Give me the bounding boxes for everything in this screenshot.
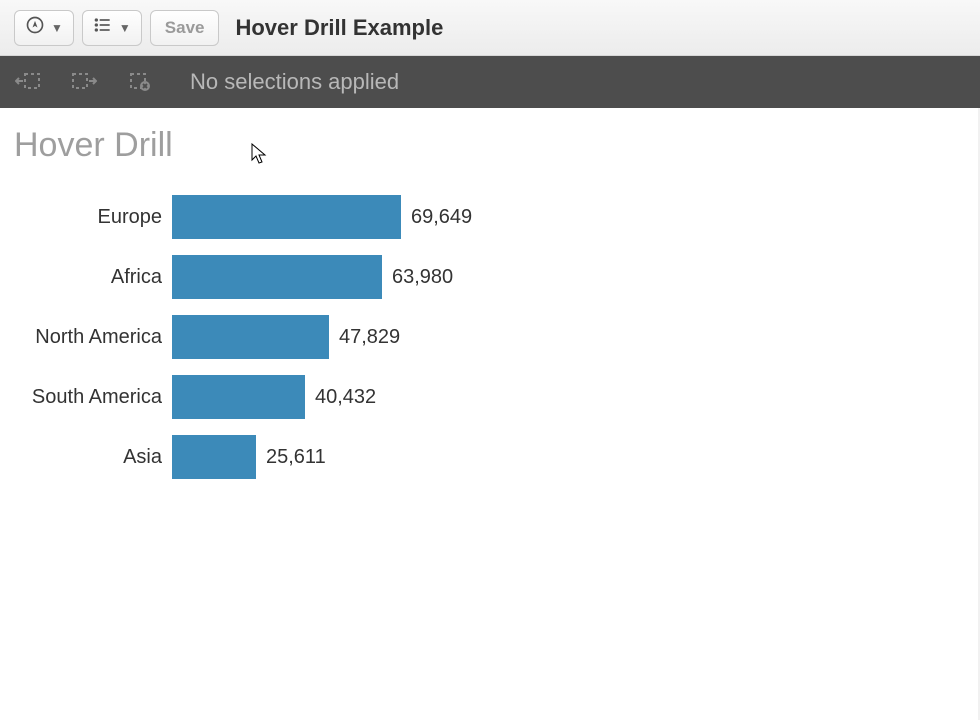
chart-row-label: Africa [14, 266, 172, 289]
chart-bar-value: 69,649 [411, 206, 472, 229]
chart-bar-wrap: 63,980 [172, 255, 453, 299]
chart-bar[interactable] [172, 375, 305, 419]
chart-bar-wrap: 40,432 [172, 375, 376, 419]
chart-bar-wrap: 25,611 [172, 435, 326, 479]
chart-bar-value: 40,432 [315, 386, 376, 409]
selection-back-icon[interactable] [14, 68, 42, 96]
chart-bar-value: 63,980 [392, 266, 453, 289]
chart-row-label: Europe [14, 206, 172, 229]
selection-forward-icon[interactable] [70, 68, 98, 96]
save-button-label: Save [165, 18, 205, 38]
list-button[interactable]: ▼ [82, 10, 142, 46]
chart-row[interactable]: South America 40,432 [14, 375, 964, 419]
chart-row-label: Asia [14, 446, 172, 469]
chart-bar-value: 25,611 [266, 446, 326, 469]
selection-clear-icon[interactable] [126, 68, 154, 96]
chart-row[interactable]: Asia 25,611 [14, 435, 964, 479]
top-toolbar: ▼ ▼ Save Hover Drill Example [0, 0, 980, 56]
chevron-down-icon: ▼ [51, 21, 63, 35]
bar-chart[interactable]: Europe 69,649 Africa 63,980 North America 47,… [14, 195, 964, 479]
chart-row[interactable]: Europe 69,649 [14, 195, 964, 239]
sheet-area: Hover Drill Europe 69,649 Africa 63,980 Nort… [0, 108, 978, 720]
chart-row[interactable]: Africa 63,980 [14, 255, 964, 299]
chart-bar-value: 47,829 [339, 326, 400, 349]
compass-icon [25, 15, 45, 40]
chart-bar[interactable] [172, 315, 329, 359]
chart-row[interactable]: North America 47,829 [14, 315, 964, 359]
chart-bar-wrap: 69,649 [172, 195, 472, 239]
chart-row-label: North America [14, 326, 172, 349]
chart-bar[interactable] [172, 195, 401, 239]
selection-status-text: No selections applied [190, 69, 399, 95]
app-title: Hover Drill Example [235, 15, 443, 41]
sheet-title: Hover Drill [14, 126, 964, 165]
chart-bar-wrap: 47,829 [172, 315, 400, 359]
chart-bar[interactable] [172, 435, 256, 479]
chevron-down-icon: ▼ [119, 21, 131, 35]
chart-row-label: South America [14, 386, 172, 409]
list-icon [93, 15, 113, 40]
selection-bar: No selections applied [0, 56, 980, 108]
chart-bar[interactable] [172, 255, 382, 299]
save-button[interactable]: Save [150, 10, 220, 46]
navigate-button[interactable]: ▼ [14, 10, 74, 46]
